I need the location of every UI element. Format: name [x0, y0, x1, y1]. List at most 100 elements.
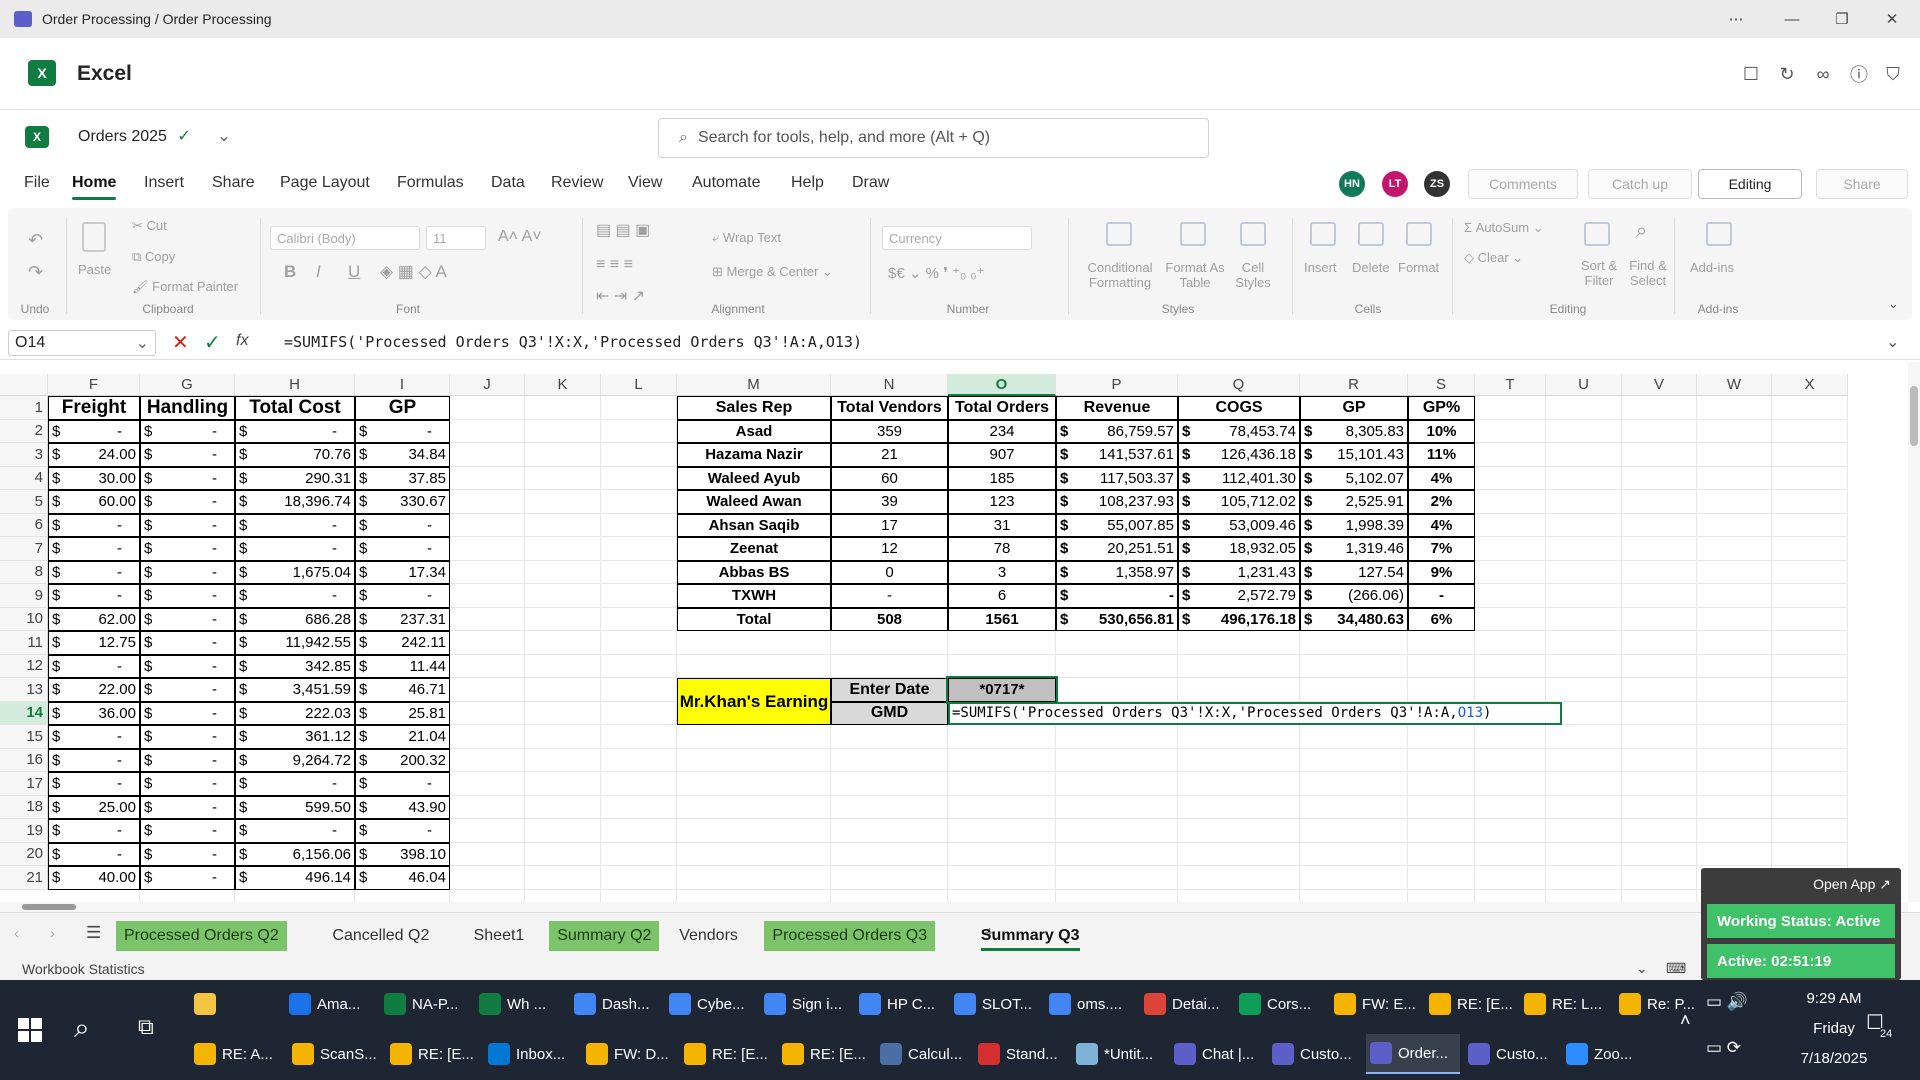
- tab-automate[interactable]: Automate: [692, 174, 760, 192]
- mr-khan-earning-label[interactable]: Mr.Khan's Earning: [677, 678, 831, 725]
- left-cell[interactable]: $ -: [235, 537, 355, 561]
- tab-draw[interactable]: Draw: [852, 174, 889, 192]
- copy-button[interactable]: ⧉ Copy: [132, 249, 175, 265]
- tab-review[interactable]: Review: [551, 174, 603, 192]
- gmd-label[interactable]: GMD: [831, 701, 948, 725]
- align-left-icon[interactable]: ≡ ≡ ≡: [596, 256, 633, 274]
- avatar-hn[interactable]: HN: [1339, 171, 1365, 197]
- summary-cell[interactable]: 185: [948, 466, 1056, 490]
- summary-cell[interactable]: 7%: [1408, 537, 1475, 561]
- summary-cell[interactable]: Zeenat: [677, 537, 831, 561]
- row-header-20[interactable]: 20: [0, 842, 48, 866]
- col-header-M[interactable]: M: [677, 374, 831, 396]
- left-cell[interactable]: $46.04: [355, 866, 450, 890]
- left-cell[interactable]: $ -: [235, 419, 355, 443]
- left-cell[interactable]: $25.00: [48, 795, 140, 819]
- indent-icon[interactable]: ⇤ ⇥ ↗: [596, 286, 645, 306]
- select-all-corner[interactable]: [0, 374, 48, 396]
- chat-icon[interactable]: ☐: [1739, 62, 1763, 86]
- summary-cell[interactable]: Total: [677, 607, 831, 631]
- summary-header-revenue[interactable]: Revenue: [1056, 396, 1178, 420]
- left-cell[interactable]: $ -: [140, 654, 235, 678]
- row-header-10[interactable]: 10: [0, 607, 48, 631]
- horizontal-scrollbar[interactable]: [0, 902, 1908, 912]
- tab-home[interactable]: Home: [72, 174, 117, 200]
- taskbar-app-3[interactable]: Inbox...: [484, 1034, 578, 1074]
- summary-cell[interactable]: 123: [948, 490, 1056, 514]
- col-header-O[interactable]: O: [948, 374, 1056, 396]
- tab-view[interactable]: View: [628, 174, 662, 192]
- taskbar-app-15[interactable]: Re: P...: [1615, 984, 1706, 1024]
- row-header-12[interactable]: 12: [0, 654, 48, 678]
- summary-cell[interactable]: $1,319.46: [1300, 537, 1408, 561]
- paste-icon[interactable]: [82, 222, 106, 252]
- start-icon[interactable]: [18, 1018, 42, 1042]
- taskbar-app-0[interactable]: [190, 984, 281, 1024]
- summary-cell[interactable]: $34,480.63: [1300, 607, 1408, 631]
- summary-cell[interactable]: Ahsan Saqib: [677, 513, 831, 537]
- col-header-S[interactable]: S: [1408, 374, 1475, 396]
- left-cell[interactable]: $30.00: [48, 466, 140, 490]
- summary-cell[interactable]: 10%: [1408, 419, 1475, 443]
- format-painter-button[interactable]: 🖌 Format Painter: [132, 279, 238, 295]
- taskbar-app-0[interactable]: RE: A...: [190, 1034, 284, 1074]
- left-cell[interactable]: $ -: [140, 490, 235, 514]
- addins-button[interactable]: Add-ins: [1690, 260, 1734, 275]
- taskbar-app-13[interactable]: Custo...: [1464, 1034, 1558, 1074]
- left-cell[interactable]: $3,451.59: [235, 678, 355, 702]
- sort-filter-icon[interactable]: [1584, 222, 1610, 246]
- avatar-lt[interactable]: LT: [1382, 171, 1408, 197]
- row-header-13[interactable]: 13: [0, 678, 48, 702]
- col-header-U[interactable]: U: [1546, 374, 1622, 396]
- link-icon[interactable]: ∞: [1811, 62, 1835, 86]
- info-icon[interactable]: ⓘ: [1847, 62, 1871, 86]
- conditional-formatting-icon[interactable]: [1106, 222, 1132, 246]
- left-cell[interactable]: $9,264.72: [235, 748, 355, 772]
- left-cell[interactable]: $ -: [140, 631, 235, 655]
- prev-sheet-icon[interactable]: ‹: [14, 925, 19, 942]
- grow-font-icon[interactable]: A˄ A˅: [498, 228, 542, 246]
- left-cell[interactable]: $17.34: [355, 560, 450, 584]
- insert-cells-icon[interactable]: [1310, 222, 1336, 246]
- summary-cell[interactable]: Waleed Ayub: [677, 466, 831, 490]
- cell-styles-button[interactable]: Cell Styles: [1228, 260, 1278, 290]
- taskbar-app-14[interactable]: Zoo...: [1562, 1034, 1656, 1074]
- left-cell[interactable]: $11.44: [355, 654, 450, 678]
- left-cell[interactable]: $ -: [140, 701, 235, 725]
- left-cell[interactable]: $ -: [140, 607, 235, 631]
- summary-cell[interactable]: $108,237.93: [1056, 490, 1178, 514]
- taskbar-app-8[interactable]: SLOT...: [950, 984, 1041, 1024]
- insert-cells-button[interactable]: Insert: [1304, 260, 1337, 275]
- fill-color-icon[interactable]: ◈ ▦ ◇ A: [380, 262, 447, 282]
- taskbar-app-5[interactable]: RE: [E...: [680, 1034, 774, 1074]
- comments-button[interactable]: Comments: [1468, 169, 1578, 199]
- row-header-18[interactable]: 18: [0, 795, 48, 819]
- h-scroll-thumb[interactable]: [22, 904, 76, 910]
- editing-cell-o14[interactable]: =SUMIFS('Processed Orders Q3'!X:X,'Proce…: [948, 701, 1562, 725]
- taskbar-search-icon[interactable]: ⌕: [74, 1012, 90, 1045]
- summary-cell[interactable]: $1,998.39: [1300, 513, 1408, 537]
- summary-cell[interactable]: 2%: [1408, 490, 1475, 514]
- summary-cell[interactable]: $530,656.81: [1056, 607, 1178, 631]
- summary-cell[interactable]: 12: [831, 537, 948, 561]
- refresh-icon[interactable]: ↻: [1775, 62, 1799, 86]
- summary-cell[interactable]: $1,358.97: [1056, 560, 1178, 584]
- left-cell[interactable]: $ -: [48, 560, 140, 584]
- taskbar-app-14[interactable]: RE: L...: [1520, 984, 1611, 1024]
- taskbar-app-5[interactable]: Cybe...: [665, 984, 756, 1024]
- row-header-21[interactable]: 21: [0, 866, 48, 890]
- more-options-icon[interactable]: ⋯: [1712, 0, 1760, 38]
- left-cell[interactable]: $60.00: [48, 490, 140, 514]
- left-cell[interactable]: $ -: [140, 584, 235, 608]
- left-cell[interactable]: $43.90: [355, 795, 450, 819]
- header-freight[interactable]: Freight: [48, 396, 140, 420]
- summary-header-total-orders[interactable]: Total Orders: [948, 396, 1056, 420]
- left-cell[interactable]: $342.85: [235, 654, 355, 678]
- cell-styles-icon[interactable]: [1240, 222, 1266, 246]
- sheet-tab-sheet1[interactable]: Sheet1: [466, 921, 533, 951]
- row-header-5[interactable]: 5: [0, 490, 48, 514]
- ribbon-collapse-icon[interactable]: ⌄: [1888, 296, 1899, 312]
- paste-button[interactable]: Paste: [78, 262, 111, 277]
- summary-cell[interactable]: $105,712.02: [1178, 490, 1300, 514]
- col-header-Q[interactable]: Q: [1178, 374, 1300, 396]
